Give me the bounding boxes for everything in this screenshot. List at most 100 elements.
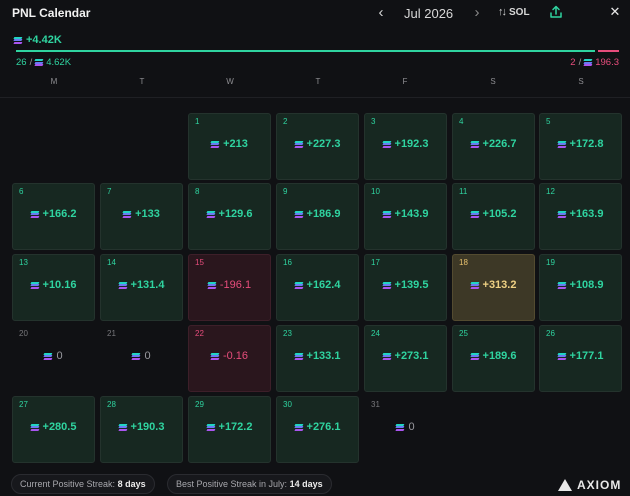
day-pnl-value: +192.3 — [394, 138, 429, 150]
day-pnl: +133.1 — [277, 350, 358, 362]
calendar-day-cell[interactable]: 18 +313.2 — [452, 254, 535, 321]
calendar-day-cell[interactable]: 19 +108.9 — [539, 254, 622, 321]
close-button[interactable]: ✕ — [608, 4, 622, 20]
calendar-day-cell[interactable]: 28 +190.3 — [100, 396, 183, 463]
day-number: 22 — [195, 329, 204, 338]
sol-icon — [206, 210, 215, 218]
sol-icon — [557, 210, 566, 218]
calendar-day-cell[interactable]: 27 +280.5 — [12, 396, 95, 463]
day-pnl: 0 — [13, 350, 94, 362]
day-pnl: 0 — [101, 350, 182, 362]
calendar-day-cell[interactable]: 25 +189.6 — [452, 325, 535, 392]
day-pnl: +129.6 — [189, 208, 270, 220]
calendar-day-cell[interactable]: 10 +143.9 — [364, 183, 447, 250]
sol-icon — [122, 210, 132, 218]
currency-toggle-button[interactable]: ↑↓ SOL — [498, 6, 530, 18]
day-pnl: +172.8 — [540, 138, 621, 150]
calendar-day-cell[interactable]: 31 0 — [364, 396, 447, 463]
next-month-button[interactable]: › — [470, 4, 484, 22]
day-pnl: +313.2 — [453, 279, 534, 291]
sol-icon — [118, 281, 127, 289]
sol-icon — [470, 281, 479, 289]
divider — [0, 97, 630, 98]
day-pnl: +163.9 — [540, 208, 621, 220]
sol-icon — [294, 423, 303, 431]
total-pnl-value: +4.42K — [26, 34, 62, 46]
calendar-day-cell[interactable]: 11 +105.2 — [452, 183, 535, 250]
weekday-label: T — [315, 77, 321, 86]
day-pnl-value: +139.5 — [394, 279, 429, 291]
calendar-day-cell[interactable]: 1 +213 — [188, 113, 271, 180]
brand-name: AXIOM — [577, 478, 622, 492]
day-pnl-value: +313.2 — [482, 279, 517, 291]
weekday-label: M — [50, 77, 58, 86]
calendar-day-cell[interactable]: 13 +10.16 — [12, 254, 95, 321]
calendar-day-cell[interactable]: 21 0 — [100, 325, 183, 392]
day-number: 27 — [19, 400, 28, 409]
calendar-day-cell[interactable]: 6 +166.2 — [12, 183, 95, 250]
day-number: 5 — [546, 117, 551, 126]
sol-icon — [557, 281, 566, 289]
day-pnl-value: +190.3 — [130, 421, 165, 433]
sol-icon — [382, 281, 391, 289]
swap-arrows-icon: ↑↓ — [498, 6, 507, 18]
calendar-day-cell[interactable]: 15 -196.1 — [188, 254, 271, 321]
calendar-day-cell[interactable]: 30 +276.1 — [276, 396, 359, 463]
negative-ratio-bar — [598, 50, 619, 52]
page-title: PNL Calendar — [12, 6, 91, 20]
calendar-day-cell[interactable]: 23 +133.1 — [276, 325, 359, 392]
sol-icon — [132, 352, 141, 360]
weekday-label: F — [402, 77, 408, 86]
weekday-label: W — [226, 77, 234, 86]
day-pnl-value: +131.4 — [130, 279, 165, 291]
calendar-day-cell[interactable]: 3 +192.3 — [364, 113, 447, 180]
day-number: 12 — [546, 187, 555, 196]
sol-icon — [207, 281, 217, 289]
calendar-day-cell[interactable]: 7 +133 — [100, 183, 183, 250]
sol-icon — [470, 352, 479, 360]
sol-icon — [294, 210, 303, 218]
day-pnl: +166.2 — [13, 208, 94, 220]
day-pnl: +276.1 — [277, 421, 358, 433]
calendar-day-cell[interactable]: 4 +226.7 — [452, 113, 535, 180]
sol-icon — [396, 423, 405, 431]
day-number: 13 — [19, 258, 28, 267]
day-pnl-value: +143.9 — [394, 208, 429, 220]
day-pnl-value: +166.2 — [42, 208, 77, 220]
current-streak-badge: Current Positive Streak: 8 days — [11, 474, 155, 494]
calendar-day-cell[interactable]: 20 0 — [12, 325, 95, 392]
day-pnl-value: +213 — [223, 138, 248, 150]
calendar-day-cell[interactable]: 2 +227.3 — [276, 113, 359, 180]
day-number: 25 — [459, 329, 468, 338]
sol-icon — [30, 281, 39, 289]
day-pnl-value: 0 — [144, 350, 151, 362]
day-pnl-value: +133.1 — [306, 350, 341, 362]
sol-icon — [382, 352, 391, 360]
calendar-day-cell[interactable]: 8 +129.6 — [188, 183, 271, 250]
share-icon[interactable] — [549, 5, 563, 19]
positive-total: 4.62K — [46, 57, 72, 68]
day-pnl: +108.9 — [540, 279, 621, 291]
day-number: 24 — [371, 329, 380, 338]
calendar-day-cell[interactable]: 14 +131.4 — [100, 254, 183, 321]
calendar-day-cell[interactable]: 26 +177.1 — [539, 325, 622, 392]
sol-icon — [210, 352, 220, 360]
calendar-day-cell[interactable]: 17 +139.5 — [364, 254, 447, 321]
weekday-label: T — [139, 77, 145, 86]
sol-icon — [557, 140, 566, 148]
calendar-day-cell[interactable]: 12 +163.9 — [539, 183, 622, 250]
day-pnl-value: +172.8 — [569, 138, 604, 150]
total-pnl: +4.42K — [13, 34, 62, 46]
calendar-day-cell[interactable]: 9 +186.9 — [276, 183, 359, 250]
day-pnl: +133 — [101, 208, 182, 220]
calendar-day-cell[interactable]: 16 +162.4 — [276, 254, 359, 321]
calendar-day-cell[interactable]: 29 +172.2 — [188, 396, 271, 463]
day-number: 2 — [283, 117, 288, 126]
sol-icon — [382, 140, 391, 148]
calendar-day-cell[interactable]: 5 +172.8 — [539, 113, 622, 180]
calendar-day-cell[interactable]: 22 -0.16 — [188, 325, 271, 392]
calendar-day-cell[interactable]: 24 +273.1 — [364, 325, 447, 392]
day-pnl-value: +273.1 — [394, 350, 429, 362]
previous-month-button[interactable]: ‹ — [374, 4, 388, 22]
day-pnl-value: +172.2 — [218, 421, 253, 433]
